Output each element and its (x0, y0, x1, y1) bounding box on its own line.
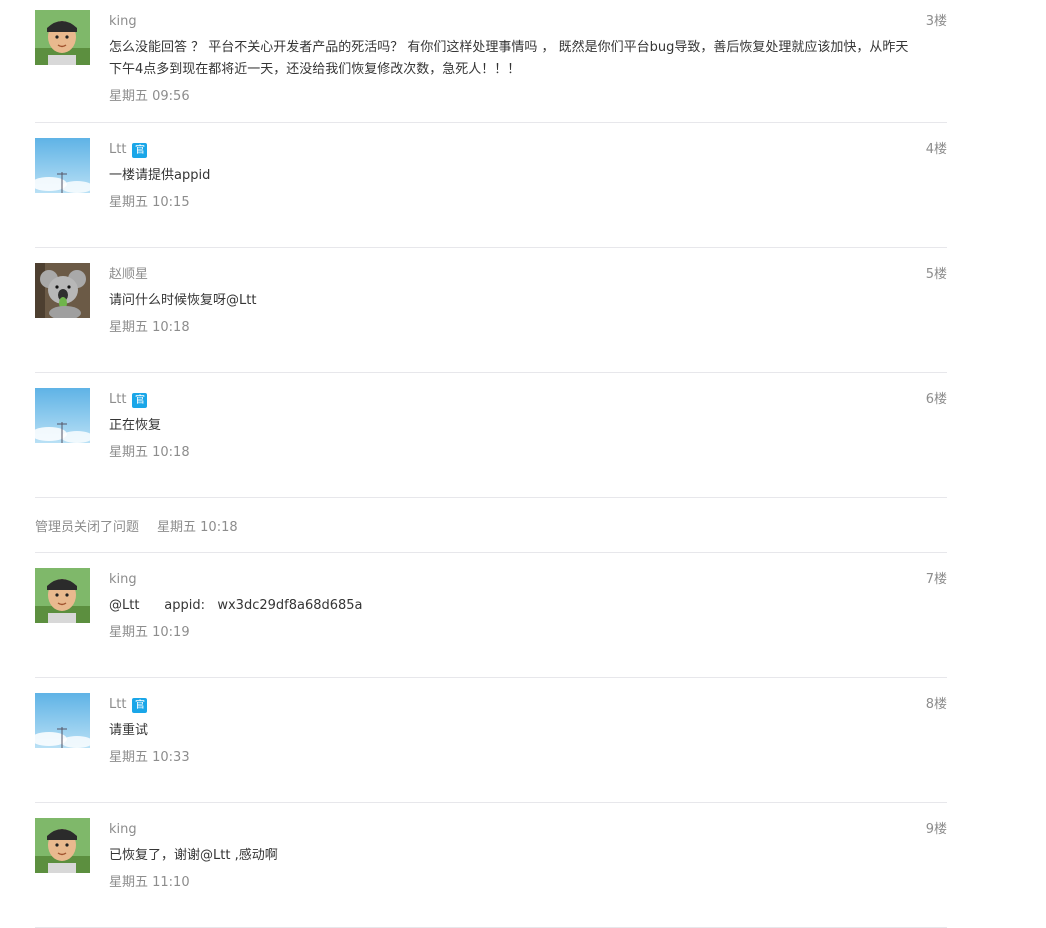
author-name[interactable]: Ltt (109, 390, 126, 410)
official-badge: 官 (132, 392, 148, 408)
reply-text: 正在恢复 (109, 418, 162, 433)
boy-avatar[interactable] (35, 568, 90, 623)
floor-number: 7楼 (925, 572, 947, 587)
reply-time: 星期五 10:18 (109, 445, 190, 460)
sky-avatar[interactable] (35, 138, 90, 193)
author-name[interactable]: king (109, 820, 137, 840)
reply-item: king 7楼 @Ltt appid: wx3dc29df8a68d685a 星… (35, 568, 947, 678)
reply-item: king 3楼 怎么没能回答 ？ 平台不关心开发者产品的死活吗？ 有你们这样处理… (35, 10, 947, 123)
reply-text: 请重试 (109, 723, 149, 738)
notice-time: 星期五 10:18 (157, 519, 238, 535)
reply-text: 一楼请提供appid (109, 168, 211, 183)
sky-avatar[interactable] (35, 388, 90, 443)
floor-number: 6楼 (925, 392, 947, 407)
author-name[interactable]: Ltt (109, 140, 126, 160)
reply-thread: king 3楼 怎么没能回答 ？ 平台不关心开发者产品的死活吗？ 有你们这样处理… (35, 10, 947, 928)
floor-number: 8楼 (925, 697, 947, 712)
official-badge: 官 (132, 697, 148, 713)
reply-text: 请问什么时候恢复呀@Ltt (109, 293, 257, 308)
admin-notice: 管理员关闭了问题 星期五 10:18 (35, 498, 947, 553)
reply-item: king 9楼 已恢复了，谢谢@Ltt ,感动啊 星期五 11:10 (35, 818, 947, 928)
sky-avatar[interactable] (35, 693, 90, 748)
author-name[interactable]: Ltt (109, 695, 126, 715)
floor-number: 4楼 (925, 142, 947, 157)
reply-item: Ltt 官 8楼 请重试 星期五 10:33 (35, 693, 947, 803)
reply-text: 怎么没能回答 ？ 平台不关心开发者产品的死活吗？ 有你们这样处理事情吗 ， 既然… (109, 40, 909, 77)
reply-time: 星期五 10:19 (109, 625, 190, 640)
reply-text: @Ltt appid: wx3dc29df8a68d685a (109, 598, 363, 613)
reply-time: 星期五 11:10 (109, 875, 190, 890)
reply-time: 星期五 10:15 (109, 195, 190, 210)
notice-text: 管理员关闭了问题 (35, 519, 140, 535)
reply-text: 已恢复了，谢谢@Ltt ,感动啊 (109, 848, 278, 863)
author-name[interactable]: king (109, 12, 137, 32)
reply-time: 星期五 10:33 (109, 750, 190, 765)
floor-number: 3楼 (925, 14, 947, 29)
reply-time: 星期五 10:18 (109, 320, 190, 335)
reply-item: Ltt 官 4楼 一楼请提供appid 星期五 10:15 (35, 138, 947, 248)
official-badge: 官 (132, 142, 148, 158)
boy-avatar[interactable] (35, 10, 90, 65)
reply-item: 赵顺星 5楼 请问什么时候恢复呀@Ltt 星期五 10:18 (35, 263, 947, 373)
reply-time: 星期五 09:56 (109, 89, 190, 104)
reply-item: Ltt 官 6楼 正在恢复 星期五 10:18 (35, 388, 947, 498)
author-name[interactable]: king (109, 570, 137, 590)
boy-avatar[interactable] (35, 818, 90, 873)
koala-avatar[interactable] (35, 263, 90, 318)
author-name[interactable]: 赵顺星 (109, 265, 148, 285)
floor-number: 5楼 (925, 267, 947, 282)
floor-number: 9楼 (925, 822, 947, 837)
